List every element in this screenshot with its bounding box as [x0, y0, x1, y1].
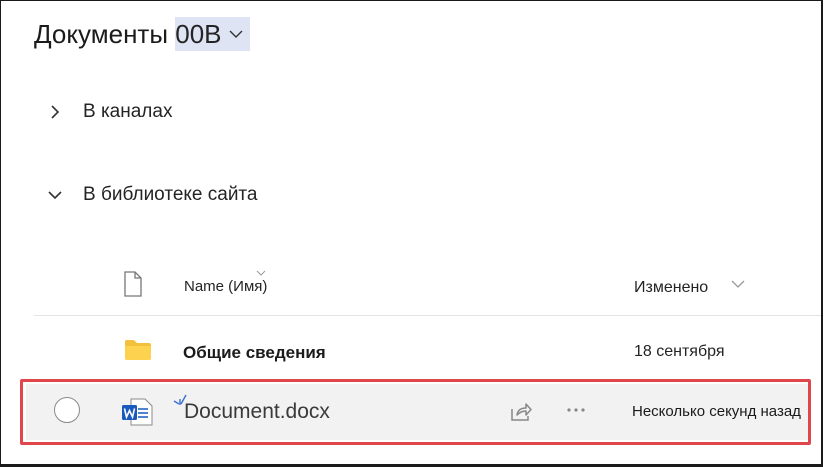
folder-modified: 18 сентября: [634, 343, 725, 360]
column-name[interactable]: Name (Имя): [184, 278, 267, 295]
chevron-down-icon[interactable]: [730, 277, 746, 291]
folder-icon: [125, 340, 151, 360]
library-title-text: Документы: [34, 18, 176, 49]
folder-name[interactable]: Общие сведения: [183, 343, 326, 363]
sort-indicator-icon: [256, 270, 266, 276]
chevron-right-icon: [51, 105, 60, 119]
annotation-highlight-box: [20, 379, 811, 445]
list-item-folder[interactable]: Общие сведения 18 сентября: [1, 331, 821, 371]
group-site-library[interactable]: В библиотеке сайта: [47, 184, 258, 206]
file-browser-panel: Документы 00B В каналах В библиотеке сай…: [0, 0, 823, 467]
column-header: Name (Имя) Изменено: [1, 269, 821, 303]
file-type-icon[interactable]: [123, 271, 143, 297]
group-site-library-label: В библиотеке сайта: [83, 184, 258, 205]
library-title-dropdown[interactable]: 00B: [175, 17, 250, 51]
chevron-down-icon: [48, 191, 62, 200]
group-channels[interactable]: В каналах: [47, 101, 172, 123]
header-divider: [34, 315, 821, 316]
chevron-down-icon: [229, 30, 243, 38]
column-modified[interactable]: Изменено: [634, 279, 708, 297]
library-title-suffix: 00B: [175, 18, 222, 49]
group-channels-label: В каналах: [83, 101, 173, 122]
library-title[interactable]: Документы 00B: [34, 17, 250, 51]
